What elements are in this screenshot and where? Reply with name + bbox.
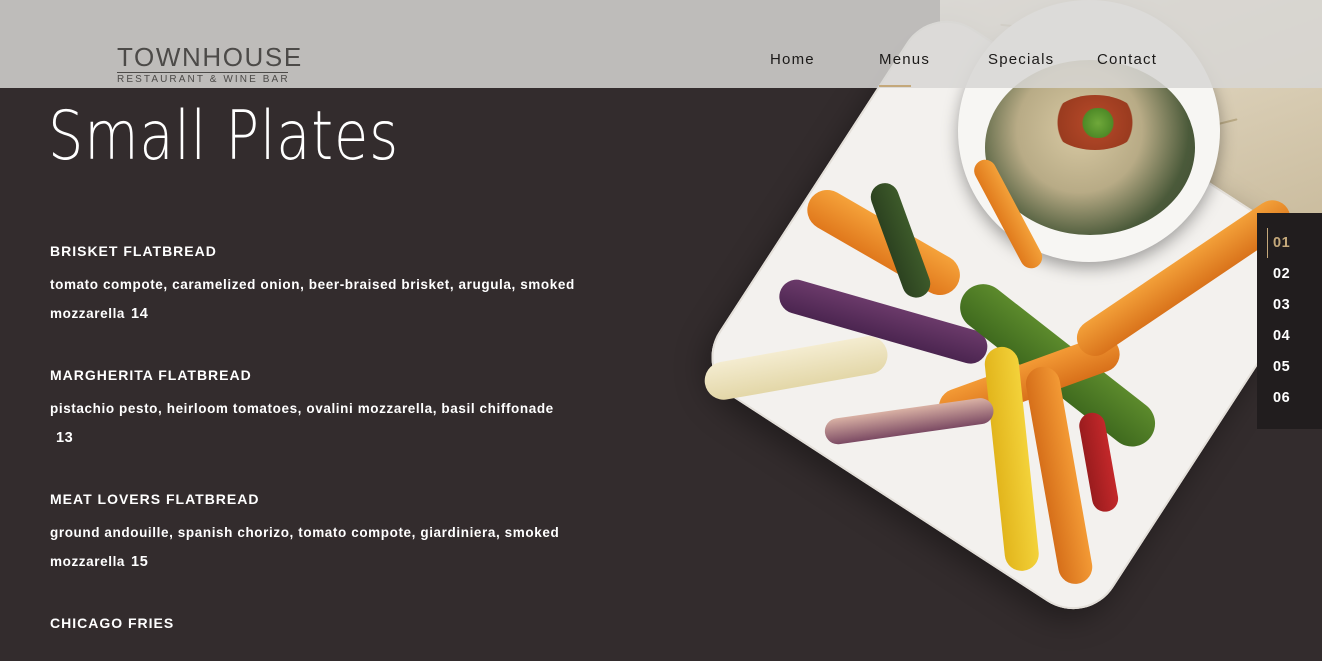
menu-item-name: CHICAGO FRIES <box>50 615 175 631</box>
logo-tagline: RESTAURANT & WINE BAR <box>117 74 290 85</box>
pager-page-05[interactable]: 05 <box>1273 359 1290 375</box>
logo-wordmark: TOWNHOUSE <box>117 42 303 72</box>
hero-food-image <box>620 0 1322 661</box>
section-title: Small Plates <box>48 97 399 176</box>
logo-divider <box>117 72 288 73</box>
menu-item-name: MEAT LOVERS FLATBREAD <box>50 491 260 507</box>
menu-item-description: pistachio pesto, heirloom tomatoes, oval… <box>50 401 554 446</box>
menu-item: MEAT LOVERS FLATBREAD ground andouille, … <box>50 490 620 577</box>
microgreens-garnish <box>1078 108 1118 138</box>
menu-item-name: MARGHERITA FLATBREAD <box>50 367 252 383</box>
menu-item-description: tomato compote, caramelized onion, beer-… <box>50 277 575 322</box>
menu-item: BRISKET FLATBREAD tomato compote, carame… <box>50 242 620 329</box>
pager-page-06[interactable]: 06 <box>1273 390 1290 406</box>
pager-page-04[interactable]: 04 <box>1273 328 1290 344</box>
nav-active-indicator <box>879 85 911 87</box>
nav-menus[interactable]: Menus <box>879 51 930 68</box>
menu-item: MARGHERITA FLATBREAD pistachio pesto, he… <box>50 366 620 453</box>
pager-page-03[interactable]: 03 <box>1273 297 1290 313</box>
menu-item-price: 13 <box>56 430 74 446</box>
nav-specials[interactable]: Specials <box>988 51 1054 68</box>
pager-page-01[interactable]: 01 <box>1273 235 1290 251</box>
page-navigator: 01 02 03 04 05 06 <box>1257 213 1322 429</box>
menu-item-description: ground andouille, spanish chorizo, tomat… <box>50 525 560 570</box>
menu-item: CHICAGO FRIES <box>50 614 620 632</box>
nav-contact[interactable]: Contact <box>1097 51 1157 68</box>
menu-item-price: 15 <box>131 554 149 570</box>
site-header: TOWNHOUSE RESTAURANT & WINE BAR Home Men… <box>0 0 1322 88</box>
menu-item-name: BRISKET FLATBREAD <box>50 243 217 259</box>
pager-page-02[interactable]: 02 <box>1273 266 1290 282</box>
nav-home[interactable]: Home <box>770 51 815 68</box>
townhouse-logo[interactable]: TOWNHOUSE RESTAURANT & WINE BAR <box>117 44 303 86</box>
menu-item-price: 14 <box>131 306 149 322</box>
pager-active-indicator <box>1267 228 1268 258</box>
